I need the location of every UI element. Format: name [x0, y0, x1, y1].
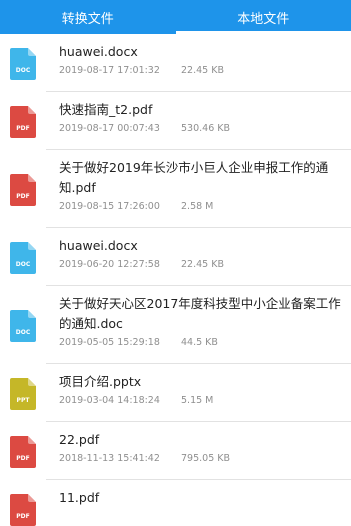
file-icon-column: PPT	[0, 364, 46, 422]
file-info: 关于做好天心区2017年度科技型中小企业备案工作的通知.doc 2019-05-0…	[46, 286, 351, 364]
tab-label: 本地文件	[237, 8, 289, 27]
file-info: huawei.docx 2019-08-17 17:01:3222.45 KB	[46, 34, 351, 92]
file-icon-column: PDF	[0, 422, 46, 480]
file-meta: 2019-08-17 17:01:3222.45 KB	[59, 65, 341, 76]
pdf-file-icon: PDF	[10, 436, 36, 468]
file-list: DOChuawei.docx2019-08-17 17:01:3222.45 K…	[0, 34, 351, 520]
pdf-file-icon: PDF	[10, 494, 36, 526]
file-icon-column: PDF	[0, 92, 46, 150]
file-type-label: PDF	[16, 455, 29, 462]
file-name: huawei.docx	[59, 236, 341, 256]
file-size: 795.05 KB	[181, 453, 230, 464]
tab-converted-files[interactable]: 转换文件	[0, 0, 176, 34]
ppt-file-icon: PPT	[10, 378, 36, 410]
file-info: 快速指南_t2.pdf 2019-08-17 00:07:43530.46 KB	[46, 92, 351, 150]
file-meta: 2019-03-04 14:18:245.15 M	[59, 395, 341, 406]
file-type-label: PDF	[16, 125, 29, 132]
file-date: 2019-08-17 00:07:43	[59, 123, 181, 134]
file-row[interactable]: DOC huawei.docx 2019-06-20 12:27:5822.45 K…	[0, 228, 351, 286]
file-icon-column: DOC	[0, 34, 46, 92]
file-type-label: PPT	[17, 397, 31, 404]
file-size: 530.46 KB	[181, 123, 230, 134]
file-icon-column: PDF	[0, 150, 46, 228]
file-info: 11.pdf	[46, 480, 351, 520]
file-name: 项目介绍.pptx	[59, 372, 341, 392]
file-date: 2018-11-13 15:41:42	[59, 453, 181, 464]
file-name: 关于做好2019年长沙市小巨人企业申报工作的通知.pdf	[59, 158, 341, 198]
file-date: 2019-08-15 17:26:00	[59, 201, 181, 212]
file-name: 快速指南_t2.pdf	[59, 100, 341, 120]
doc-file-icon: DOC	[10, 242, 36, 274]
file-meta: 2018-11-13 15:41:42795.05 KB	[59, 453, 341, 464]
file-meta: 2019-05-05 15:29:1844.5 KB	[59, 337, 341, 348]
doc-file-icon: DOC	[10, 48, 36, 80]
file-row[interactable]: PDF 22.pdf 2018-11-13 15:41:42795.05 KB	[0, 422, 351, 480]
pdf-file-icon: PDF	[10, 106, 36, 138]
file-info: 项目介绍.pptx 2019-03-04 14:18:245.15 M	[46, 364, 351, 422]
tab-label: 转换文件	[62, 8, 114, 27]
file-size: 22.45 KB	[181, 259, 224, 270]
file-row[interactable]: PDF 11.pdf	[0, 480, 351, 520]
file-size: 44.5 KB	[181, 337, 218, 348]
file-date: 2019-06-20 12:27:58	[59, 259, 181, 270]
file-meta: 2019-08-15 17:26:002.58 M	[59, 201, 341, 212]
file-type-label: DOC	[16, 261, 31, 268]
file-type-label: PDF	[16, 513, 29, 520]
file-icon-column: DOC	[0, 228, 46, 286]
file-row[interactable]: PPT 项目介绍.pptx 2019-03-04 14:18:245.15 M	[0, 364, 351, 422]
file-row[interactable]: PDF 关于做好2019年长沙市小巨人企业申报工作的通知.pdf 2019-08-1…	[0, 150, 351, 228]
file-size: 22.45 KB	[181, 65, 224, 76]
file-date: 2019-08-17 17:01:32	[59, 65, 181, 76]
file-name: 22.pdf	[59, 430, 341, 450]
file-icon-column: DOC	[0, 286, 46, 364]
doc-file-icon: DOC	[10, 310, 36, 342]
file-info: 22.pdf 2018-11-13 15:41:42795.05 KB	[46, 422, 351, 480]
file-icon-column: PDF	[0, 480, 46, 520]
tab-bar: 转换文件 本地文件	[0, 0, 351, 34]
file-row[interactable]: PDF 快速指南_t2.pdf 2019-08-17 00:07:43530.46 …	[0, 92, 351, 150]
file-date: 2019-05-05 15:29:18	[59, 337, 181, 348]
pdf-file-icon: PDF	[10, 174, 36, 206]
file-type-label: DOC	[16, 329, 31, 336]
file-name: 11.pdf	[59, 488, 341, 508]
file-meta: 2019-08-17 00:07:43530.46 KB	[59, 123, 341, 134]
file-info: 关于做好2019年长沙市小巨人企业申报工作的通知.pdf 2019-08-15 1…	[46, 150, 351, 228]
file-date: 2019-03-04 14:18:24	[59, 395, 181, 406]
file-size: 5.15 M	[181, 395, 213, 406]
file-info: huawei.docx 2019-06-20 12:27:5822.45 KB	[46, 228, 351, 286]
file-name: 关于做好天心区2017年度科技型中小企业备案工作的通知.doc	[59, 294, 341, 334]
file-type-label: PDF	[16, 193, 29, 200]
file-meta: 2019-06-20 12:27:5822.45 KB	[59, 259, 341, 270]
file-row[interactable]: DOC huawei.docx 2019-08-17 17:01:3222.45 K…	[0, 34, 351, 92]
file-name: huawei.docx	[59, 42, 341, 62]
file-type-label: DOC	[16, 67, 31, 74]
file-row[interactable]: DOC 关于做好天心区2017年度科技型中小企业备案工作的通知.doc 2019-0…	[0, 286, 351, 364]
file-size: 2.58 M	[181, 201, 213, 212]
tab-local-files[interactable]: 本地文件	[176, 0, 351, 34]
